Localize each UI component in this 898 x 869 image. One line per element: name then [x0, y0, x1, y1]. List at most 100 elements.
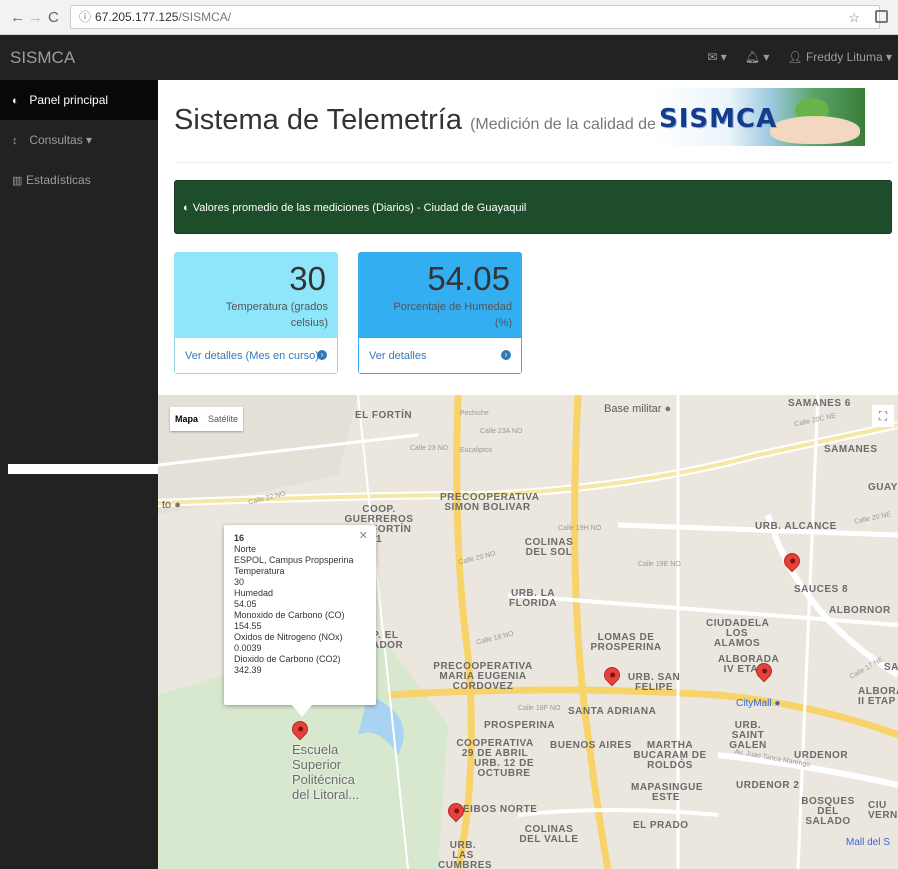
details-link-text: Ver detalles (Mes en curso) — [185, 350, 319, 362]
url-host: 67.205.177.125 — [95, 10, 179, 24]
sort-icon: ↕ — [12, 135, 18, 147]
messages-dropdown[interactable]: ✉ ▾ — [707, 50, 726, 64]
map-place-label: CIU VERNA — [868, 800, 898, 821]
station-location: ESPOL, Campus Propsperina — [234, 555, 354, 565]
map-street-label: Calle 19H NO — [558, 525, 602, 532]
details-link-text: Ver detalles — [369, 350, 427, 362]
map-type-map-button[interactable]: Mapa — [170, 407, 203, 431]
bookmark-star-icon[interactable]: ☆ — [848, 10, 860, 26]
map-street-label: Calle 23A NO — [480, 428, 523, 435]
map-place-label: PRECOOPERATIVA SIMON BOLIVAR — [440, 492, 540, 513]
envelope-icon: ✉ — [707, 50, 718, 64]
map-place-label: URB. ALCANCE — [755, 521, 837, 532]
poi-label: to — [162, 499, 172, 511]
map-place-label: ALBORA II ETAP — [858, 686, 898, 707]
user-name: Freddy Lituma — [805, 50, 883, 64]
top-navbar: SISMCA ✉ ▾ 🔔︎ ▾ 👤︎ Freddy Lituma ▾ — [0, 35, 898, 80]
map-place-label: PRECOOPERATIVA MARIA EUGENIA CORDOVEZ — [433, 661, 533, 692]
dashboard-icon: ◐ — [12, 95, 19, 107]
forward-arrow-icon[interactable]: → — [28, 9, 43, 26]
extension-icon[interactable] — [875, 10, 888, 23]
sidebar-item-panel[interactable]: ◐ Panel principal — [0, 80, 158, 120]
sidebar-item-label: Panel principal — [29, 93, 109, 107]
poi-citymall[interactable]: CityMall ● — [736, 698, 780, 709]
user-icon: 👤︎ — [787, 50, 803, 64]
map-place-label: URB. LAS CUMBRES — [438, 840, 493, 869]
info-banner: ◐ Valores promedio de las mediciones (Di… — [174, 180, 892, 234]
poi-mall-del-sol[interactable]: Mall del S — [846, 837, 890, 848]
info-icon[interactable]: ⓘ — [79, 10, 91, 24]
map-place-label: URB. 12 DE OCTUBRE — [473, 758, 534, 779]
temperature-panel: 30 Temperatura (grados celsius) Ver deta… — [174, 252, 338, 374]
browser-toolbar: ← → C ⓘ 67.205.177.125/SISMCA/ ☆ — [0, 0, 898, 35]
page-title: Sistema de Telemetría (Medición de la ca… — [174, 104, 696, 137]
nox-value: 0.0039 — [234, 643, 262, 653]
map-place-label: SAUCES 8 — [794, 584, 849, 595]
alerts-caret: ▾ — [763, 50, 770, 64]
map-place-label: EIBOS NORTE — [463, 804, 538, 815]
url-path: /SISMCA/ — [178, 10, 232, 24]
poi-label: Mall del S — [846, 837, 890, 848]
station-zone: Norte — [234, 544, 257, 554]
poi-base-militar[interactable]: Base militar ● — [604, 403, 671, 415]
sidebar-item-consultas[interactable]: ↕ Consultas ▾ — [0, 120, 158, 160]
logo-text: SISMCA — [659, 104, 778, 134]
poi-label: CityMall — [736, 698, 772, 709]
map-place-label: CIUDADELA LOS ALAMOS — [706, 618, 770, 649]
map-place-label: EL PRADO — [633, 820, 689, 831]
navbar-actions: ✉ ▾ 🔔︎ ▾ 👤︎ Freddy Lituma ▾ — [707, 50, 892, 64]
map-place-label: PROSPERINA — [484, 720, 556, 731]
address-bar[interactable]: ⓘ 67.205.177.125/SISMCA/ — [70, 5, 880, 29]
bell-icon: 🔔︎ — [744, 50, 760, 64]
sidebar-divider — [8, 464, 158, 474]
fullscreen-icon[interactable]: ⛶ — [872, 405, 894, 427]
map-type-satellite-button[interactable]: Satélite — [203, 407, 243, 431]
messages-caret: ▾ — [720, 50, 727, 64]
temperature-details-link[interactable]: Ver detalles (Mes en curso) › — [174, 338, 338, 374]
co2-value: 342.39 — [234, 665, 262, 675]
map-place-label: MARTHA BUCARAM DE ROLDÓS — [633, 740, 707, 771]
map-place-label: EL FORTÍN — [355, 410, 413, 421]
arrow-circle-right-icon: › — [317, 350, 327, 360]
station-id: 16 — [234, 533, 245, 543]
map-place-label: SANTA ADRIANA — [568, 706, 657, 717]
map-place-label: COLINAS DEL VALLE — [519, 824, 579, 845]
map-place-label: MAPASINGUE ESTE — [631, 782, 704, 803]
reload-icon[interactable]: C — [48, 9, 59, 26]
close-icon[interactable]: ✕ — [359, 531, 368, 542]
back-arrow-icon[interactable]: ← — [10, 9, 25, 26]
humidity-value: 54.05 — [234, 599, 257, 609]
map-place-label: COOPERATIVA 29 DE ABRIL — [456, 738, 534, 759]
poi-label: Base militar — [604, 403, 662, 415]
map-street-label: Calle 19E NO — [638, 561, 681, 568]
shopping-icon: ● — [774, 698, 781, 709]
map-place-label: SAMANES — [824, 444, 878, 455]
map-place-label: BOSQUES DEL SALADO — [801, 796, 855, 827]
map[interactable]: Mapa Satélite ⛶ EL FORTÍN COOP. GUERRERO… — [158, 395, 898, 869]
humidity-panel: 54.05 Porcentaje de Humedad (%) Ver deta… — [358, 252, 522, 374]
map-place-label: SAMANES 6 — [788, 398, 851, 409]
hand-icon — [770, 116, 860, 144]
alerts-dropdown[interactable]: 🔔︎ ▾ — [745, 50, 770, 64]
co2-label: Dioxido de Carbono (CO2) — [234, 654, 341, 664]
location-icon: ● — [174, 499, 181, 511]
header-divider — [174, 162, 892, 163]
map-street-label: Calle 23 NO — [410, 445, 449, 452]
humidity-details-link[interactable]: Ver detalles › — [358, 338, 522, 374]
temperature-value: 30 — [234, 577, 245, 587]
temperature-label: Temperatura (grados celsius) — [225, 301, 328, 329]
humidity-label: Humedad — [234, 588, 274, 598]
panel-heading: 54.05 Porcentaje de Humedad (%) — [358, 252, 522, 338]
sismca-logo: SISMCA — [655, 88, 865, 146]
map-place-label: BUENOS AIRES — [550, 740, 632, 751]
sidebar: ◐ Panel principal ↕ Consultas ▾ ▥ Estadís… — [0, 80, 158, 869]
user-dropdown[interactable]: 👤︎ Freddy Lituma ▾ — [787, 50, 892, 64]
campus-label: Escuela Superior Politécnica del Litoral… — [292, 742, 360, 802]
map-place-label: COLINAS DEL SOL — [524, 537, 574, 558]
brand-link[interactable]: SISMCA — [10, 48, 75, 68]
map-place-label: GUAY — [868, 482, 898, 493]
temperature-label: Temperatura — [234, 566, 285, 576]
location-icon: ● — [664, 403, 672, 415]
map-place-label: URB. LA FLORIDA — [509, 588, 557, 609]
sidebar-item-estadisticas[interactable]: ▥ Estadísticas — [0, 160, 158, 200]
